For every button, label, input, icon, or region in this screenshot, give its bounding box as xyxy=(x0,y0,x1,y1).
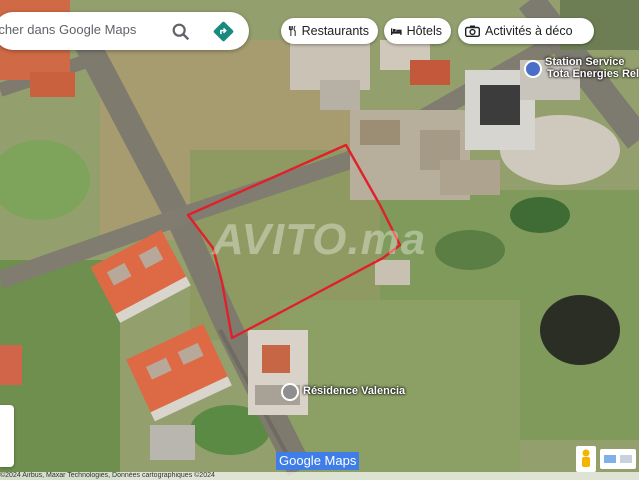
google-maps-logo: Google Maps xyxy=(276,452,360,470)
chip-hotels[interactable]: Hôtels xyxy=(384,18,451,44)
chip-label: Restaurants xyxy=(301,24,369,38)
watermark: AVITO.ma xyxy=(212,215,427,264)
directions-icon[interactable] xyxy=(213,21,234,42)
building-pin-icon[interactable] xyxy=(281,383,299,401)
map-attribution: ©2024 Airbus, Maxar Technologies, Donnée… xyxy=(0,472,639,480)
station-label-1[interactable]: Station Service xyxy=(545,56,624,68)
street-view-thumbnail[interactable] xyxy=(0,405,14,467)
layers-button[interactable] xyxy=(600,449,636,469)
bed-icon xyxy=(391,28,402,35)
chip-label: Hôtels xyxy=(406,24,442,38)
camera-icon xyxy=(465,25,480,37)
fork-knife-icon xyxy=(288,25,296,37)
search-icon[interactable] xyxy=(170,21,192,43)
chip-activities[interactable]: Activités à déco xyxy=(458,18,594,44)
station-label-2[interactable]: Tota Energies Rela xyxy=(547,68,639,80)
search-bar[interactable]: rcher dans Google Maps xyxy=(0,12,249,50)
pegman-icon[interactable] xyxy=(576,446,596,472)
fuel-station-icon[interactable] xyxy=(524,60,542,78)
chip-label: Activités à déco xyxy=(485,24,573,38)
residence-label[interactable]: Résidence Valencia xyxy=(303,385,405,397)
chip-restaurants[interactable]: Restaurants xyxy=(281,18,378,44)
search-input[interactable]: rcher dans Google Maps xyxy=(0,22,136,37)
